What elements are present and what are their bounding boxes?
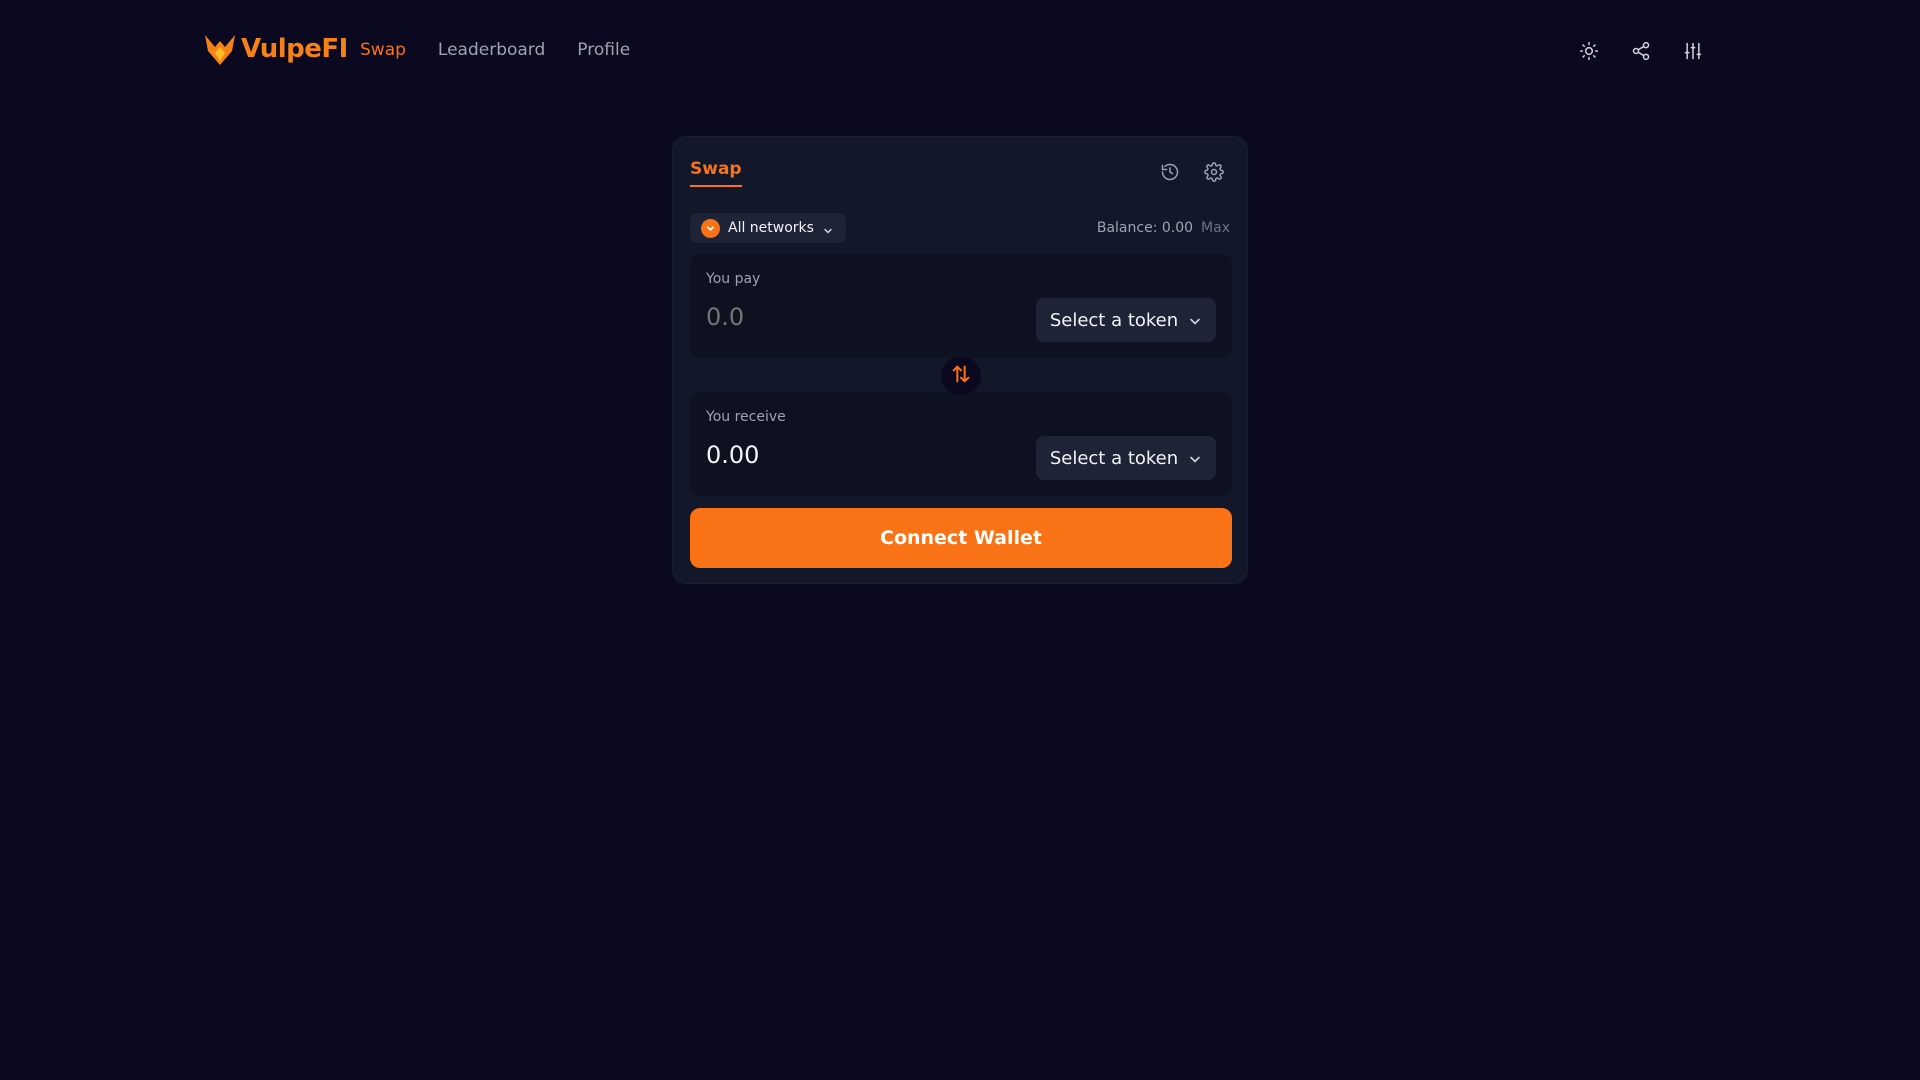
receive-token-label: Select a token — [1049, 447, 1179, 469]
top-navigation-bar: VulpeFI Swap Leaderboard Profile — [0, 0, 1920, 102]
pay-token-select[interactable]: Select a token — [1036, 298, 1216, 342]
tab-swap[interactable]: Swap — [690, 159, 742, 187]
network-balance-row: All networks Balance: 0.00 Max — [690, 213, 1230, 243]
card-actions — [1159, 161, 1225, 183]
network-label: All networks — [728, 220, 814, 236]
swap-arrows-icon — [950, 363, 972, 389]
nav-swap[interactable]: Swap — [360, 40, 406, 60]
connect-wallet-button[interactable]: Connect Wallet — [690, 508, 1232, 568]
history-icon[interactable] — [1159, 161, 1181, 183]
max-button[interactable]: Max — [1201, 220, 1230, 236]
chevron-down-icon — [1188, 313, 1202, 327]
pay-amount-input[interactable] — [706, 300, 1006, 334]
balance-display: Balance: 0.00 Max — [1097, 220, 1230, 236]
swap-card: Swap All networks Balance: 0.00 Max You … — [672, 136, 1248, 584]
pay-panel: You pay Select a token — [690, 254, 1232, 358]
chevron-down-icon — [1188, 451, 1202, 465]
sliders-icon[interactable] — [1682, 40, 1704, 62]
brand-logo-link[interactable]: VulpeFI — [203, 31, 348, 67]
pay-label: You pay — [706, 271, 761, 287]
network-icon — [701, 218, 720, 238]
receive-amount: 0.00 — [706, 441, 760, 469]
share-icon[interactable] — [1630, 40, 1652, 62]
chevron-down-icon — [822, 222, 834, 234]
nav-leaderboard[interactable]: Leaderboard — [438, 40, 545, 60]
header-actions — [1578, 40, 1704, 62]
receive-label: You receive — [706, 409, 786, 425]
main-nav: Swap Leaderboard Profile — [360, 40, 630, 60]
gear-icon[interactable] — [1203, 161, 1225, 183]
swap-direction-button[interactable] — [940, 355, 982, 397]
fox-logo-icon — [203, 31, 237, 67]
nav-profile[interactable]: Profile — [577, 40, 630, 60]
receive-panel: You receive 0.00 Select a token — [690, 392, 1232, 496]
network-select[interactable]: All networks — [690, 213, 846, 243]
receive-token-select[interactable]: Select a token — [1036, 436, 1216, 480]
pay-token-label: Select a token — [1049, 309, 1179, 331]
brand-name: VulpeFI — [241, 34, 348, 64]
balance-label: Balance: 0.00 — [1096, 220, 1194, 236]
sun-icon[interactable] — [1578, 40, 1600, 62]
